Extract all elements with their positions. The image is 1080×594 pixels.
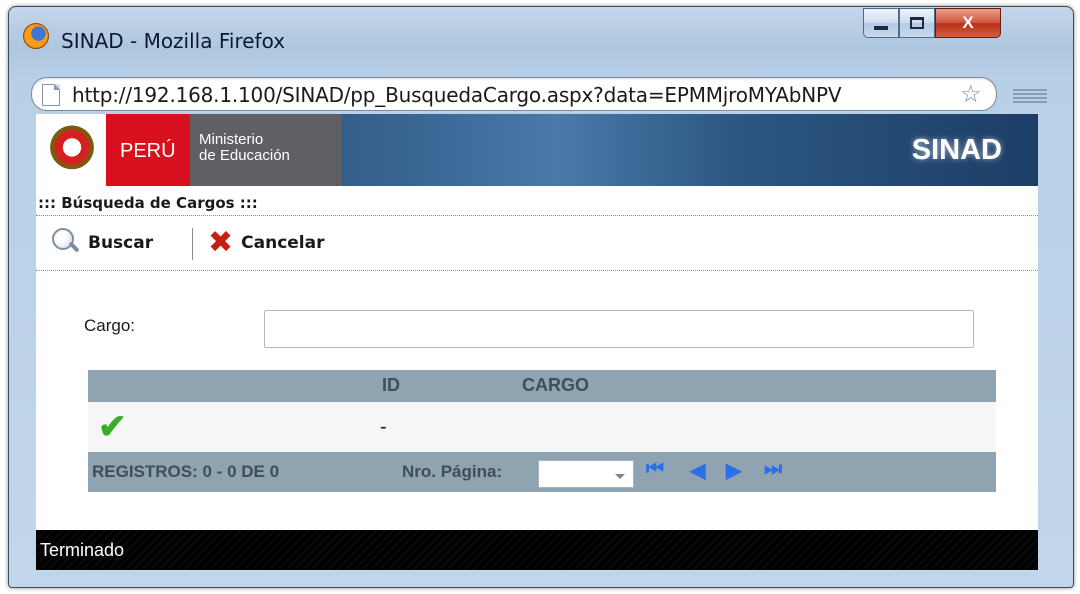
url-text[interactable]: http://192.168.1.100/SINAD/pp_BusquedaCa… — [72, 83, 952, 107]
records-count: REGISTROS: 0 - 0 DE 0 — [92, 462, 280, 481]
window-title: SINAD - Mozilla Firefox — [61, 29, 286, 53]
maximize-button[interactable] — [899, 8, 935, 38]
search-button[interactable]: Buscar — [52, 224, 153, 262]
row-id: - — [380, 416, 387, 438]
page-content: PERÚ Ministerio de Educación SINAD ::: B… — [36, 114, 1038, 530]
cancel-button-label: Cancelar — [241, 233, 325, 253]
firefox-logo-icon — [23, 23, 49, 49]
results-grid: ID CARGO ✔ - REGISTROS: 0 - 0 DE 0 Nro. … — [88, 370, 996, 492]
url-bar[interactable]: http://192.168.1.100/SINAD/pp_BusquedaCa… — [31, 77, 997, 111]
ministry-line1: Ministerio — [199, 131, 264, 148]
status-bar: Terminado — [36, 530, 1038, 570]
last-page-icon[interactable]: ⏭ — [764, 458, 782, 481]
close-button[interactable]: X — [935, 8, 1001, 38]
search-button-label: Buscar — [88, 233, 154, 253]
column-header-cargo[interactable]: CARGO — [522, 375, 589, 396]
divider — [36, 270, 1038, 271]
close-icon: X — [962, 13, 974, 32]
page-select[interactable] — [538, 460, 634, 488]
maximize-icon — [910, 17, 924, 29]
status-text: Terminado — [40, 540, 125, 560]
search-icon — [52, 228, 80, 258]
first-page-icon[interactable]: ⏮ — [646, 458, 664, 481]
grid-footer: REGISTROS: 0 - 0 DE 0 Nro. Página: ⏮ ◀ ▶… — [88, 452, 996, 492]
cancel-x-icon: ✖ — [208, 225, 234, 260]
minimize-icon — [874, 26, 888, 30]
column-header-id[interactable]: ID — [382, 375, 400, 396]
menu-icon[interactable] — [1013, 87, 1047, 105]
table-row: ✔ - — [88, 402, 996, 452]
peru-label: PERÚ — [120, 140, 176, 162]
page-label: Nro. Página: — [402, 462, 503, 481]
cancel-button[interactable]: ✖ Cancelar — [208, 224, 324, 262]
title-bar: SINAD - Mozilla Firefox X — [9, 7, 1073, 59]
minimize-button[interactable] — [863, 8, 899, 38]
header-banner: PERÚ Ministerio de Educación SINAD — [36, 114, 1038, 186]
ministry-line2: de Educación — [199, 147, 290, 164]
check-icon[interactable]: ✔ — [98, 410, 127, 444]
ministry-label: Ministerio de Educación — [199, 132, 290, 164]
page-title: ::: Búsqueda de Cargos ::: — [38, 194, 258, 212]
grid-header: ID CARGO — [88, 370, 996, 402]
divider — [36, 215, 1038, 216]
cargo-input[interactable] — [264, 310, 974, 348]
peru-shield-logo — [50, 124, 94, 176]
app-name: SINAD — [911, 134, 1002, 166]
cargo-label: Cargo: — [84, 316, 136, 335]
star-icon[interactable]: ☆ — [960, 80, 982, 109]
next-page-icon[interactable]: ▶ — [726, 458, 741, 483]
prev-page-icon[interactable]: ◀ — [690, 458, 705, 483]
page-icon — [42, 84, 60, 106]
toolbar-separator — [192, 228, 193, 260]
